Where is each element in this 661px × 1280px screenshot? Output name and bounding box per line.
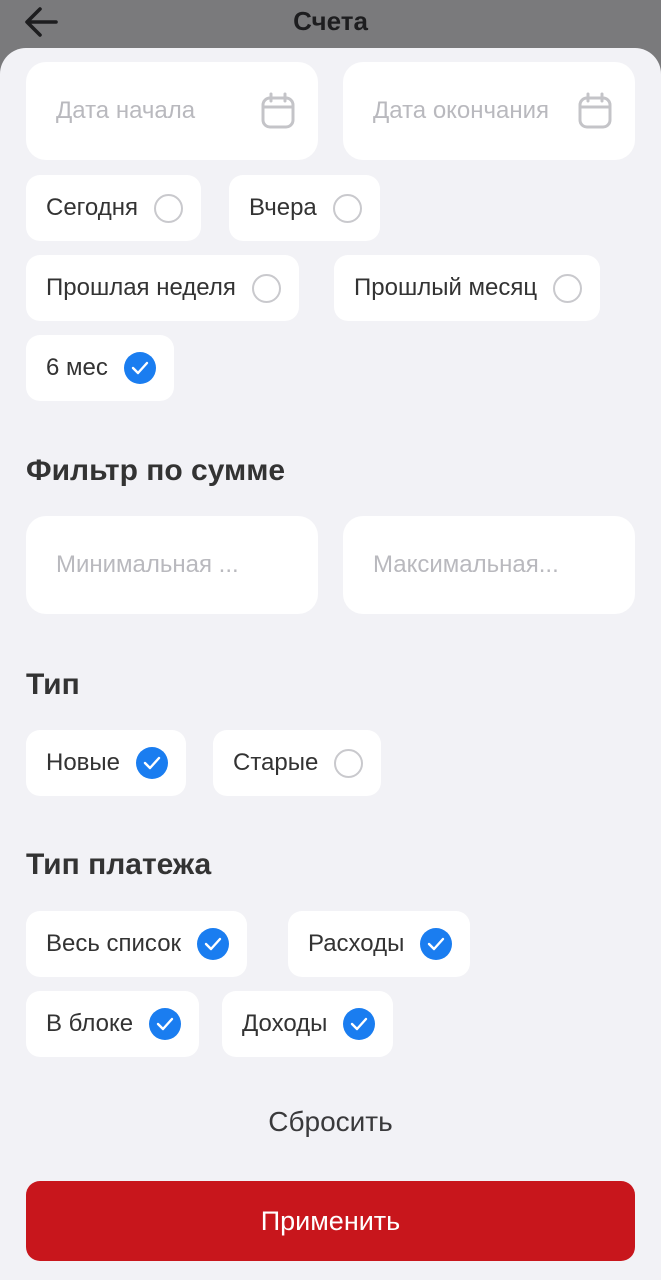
payment-option-expenses[interactable]: Расходы xyxy=(288,911,471,977)
option-label: Прошлая неделя xyxy=(46,274,236,301)
checkmark-icon xyxy=(149,1008,182,1040)
date-option-6-months[interactable]: 6 мес xyxy=(26,335,174,401)
option-label: Прошлый месяц xyxy=(354,274,538,301)
option-label: Весь список xyxy=(46,930,182,957)
payment-option-blocked[interactable]: В блоке xyxy=(26,991,200,1057)
option-label: 6 мес xyxy=(46,354,108,381)
amount-section-title: Фильтр по сумме xyxy=(26,454,286,487)
payment-section-title: Тип платежа xyxy=(26,848,212,881)
option-label: В блоке xyxy=(46,1010,134,1037)
apply-button[interactable]: Применить xyxy=(26,1181,635,1261)
date-option-last-week[interactable]: Прошлая неделя xyxy=(26,255,299,321)
type-option-old[interactable]: Старые xyxy=(213,730,382,796)
checkmark-icon xyxy=(197,928,230,960)
date-option-last-month[interactable]: Прошлый месяц xyxy=(334,255,601,321)
option-label: Вчера xyxy=(249,194,317,221)
calendar-icon[interactable] xyxy=(577,92,613,130)
option-label: Новые xyxy=(46,749,121,776)
max-amount-input[interactable]: Максимальная... xyxy=(343,516,635,614)
option-label: Старые xyxy=(233,749,319,776)
type-section-title: Тип xyxy=(26,668,80,701)
type-option-new[interactable]: Новые xyxy=(26,730,187,796)
start-date-field[interactable]: Дата начала xyxy=(26,62,318,160)
end-date-placeholder: Дата окончания xyxy=(373,97,550,124)
start-date-placeholder: Дата начала xyxy=(56,97,196,124)
payment-option-all[interactable]: Весь список xyxy=(26,911,248,977)
radio-unchecked-icon xyxy=(553,273,583,303)
checkmark-icon xyxy=(420,928,453,960)
payment-option-income[interactable]: Доходы xyxy=(222,991,394,1057)
max-amount-placeholder: Максимальная... xyxy=(373,551,559,578)
radio-unchecked-icon xyxy=(251,273,281,303)
date-option-today[interactable]: Сегодня xyxy=(26,175,201,241)
reset-button[interactable]: Сбросить xyxy=(0,1106,661,1138)
header-bar: Счета xyxy=(0,0,661,50)
checkmark-icon xyxy=(136,747,169,779)
option-label: Доходы xyxy=(242,1010,328,1037)
date-option-yesterday[interactable]: Вчера xyxy=(229,175,380,241)
checkmark-icon xyxy=(343,1008,376,1040)
apply-button-label: Применить xyxy=(260,1205,401,1236)
min-amount-placeholder: Минимальная ... xyxy=(56,551,239,578)
radio-unchecked-icon xyxy=(332,193,362,223)
radio-unchecked-icon xyxy=(334,748,364,778)
option-label: Сегодня xyxy=(46,194,138,221)
option-label: Расходы xyxy=(308,930,405,957)
calendar-icon[interactable] xyxy=(260,92,296,130)
checkmark-icon xyxy=(123,352,156,384)
end-date-field[interactable]: Дата окончания xyxy=(343,62,635,160)
page-title: Счета xyxy=(293,6,368,36)
radio-unchecked-icon xyxy=(153,193,183,223)
min-amount-input[interactable]: Минимальная ... xyxy=(26,516,318,614)
